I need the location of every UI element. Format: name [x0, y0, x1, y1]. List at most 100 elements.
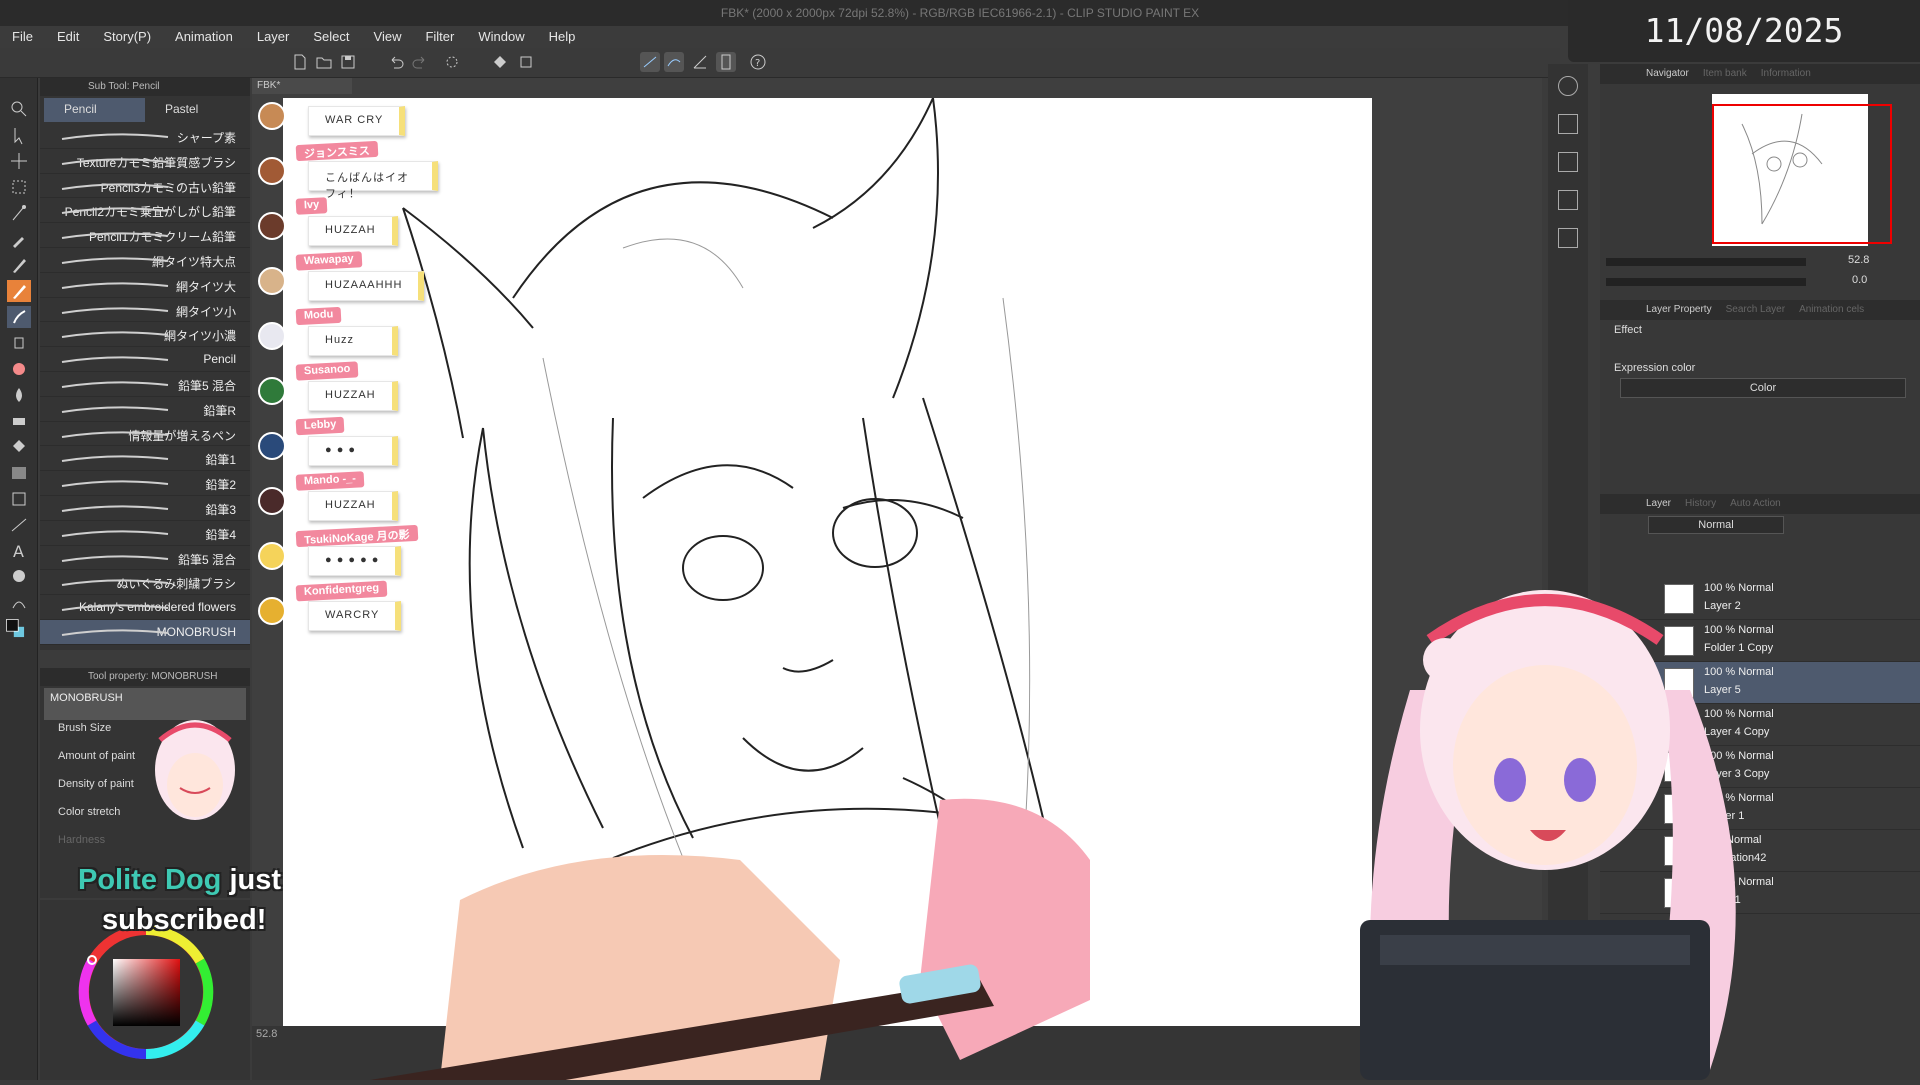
airbrush-icon[interactable]	[7, 332, 31, 354]
subscriber-alert: Polite Dog just subscribed!	[78, 860, 281, 940]
frame-border-icon[interactable]	[7, 514, 31, 536]
menu-animation[interactable]: Animation	[163, 26, 245, 48]
brush-item[interactable]: 網タイツ大	[40, 273, 250, 298]
brush-item[interactable]: 鉛筆2	[40, 471, 250, 496]
tab-pastel[interactable]: Pastel	[145, 98, 246, 122]
rotate-slider[interactable]	[1606, 278, 1806, 286]
decoration-icon[interactable]	[7, 358, 31, 380]
expression-color-select[interactable]: Color	[1620, 378, 1906, 398]
navigator-tabs: Navigator Item bank Information	[1600, 64, 1920, 84]
brush-item[interactable]: 情報量が増えるペン	[40, 422, 250, 447]
menu-file[interactable]: File	[0, 26, 45, 48]
move-layer-icon[interactable]	[7, 150, 31, 172]
tab-search-layer[interactable]: Search Layer	[1726, 304, 1785, 320]
main-color-swatch[interactable]	[4, 618, 34, 648]
brush-item[interactable]: 網タイツ小	[40, 298, 250, 323]
new-file-icon[interactable]	[290, 52, 310, 72]
grid-snap-icon[interactable]	[690, 52, 710, 72]
pen-icon[interactable]	[7, 254, 31, 276]
fill-icon[interactable]	[490, 52, 510, 72]
chat-text: Huzz	[308, 326, 398, 356]
gradient-icon[interactable]	[7, 462, 31, 484]
chat-username: Lebby	[295, 416, 345, 436]
open-folder-icon[interactable]	[314, 52, 334, 72]
brush-icon[interactable]	[7, 306, 31, 328]
navigator-icon[interactable]	[1558, 76, 1578, 96]
chat-message: ジョンスミス こんばんはイオフィ！	[258, 140, 438, 200]
brush-item[interactable]: 網タイツ特大点	[40, 248, 250, 273]
menu-filter[interactable]: Filter	[413, 26, 466, 48]
redo-icon[interactable]	[410, 52, 430, 72]
svg-text:?: ?	[755, 58, 760, 69]
ruler-snap-icon[interactable]	[640, 52, 660, 72]
view-rectangle[interactable]	[1712, 104, 1892, 244]
undo-icon[interactable]	[386, 52, 406, 72]
help-icon[interactable]: ?	[748, 52, 768, 72]
brush-item[interactable]: Kalany's embroidered flowers	[40, 595, 250, 620]
star-icon[interactable]	[1558, 228, 1578, 248]
camera-icon[interactable]	[1558, 152, 1578, 172]
brush-stroke-preview	[61, 579, 169, 587]
fill-tool-icon[interactable]	[7, 436, 31, 458]
chat-message: Ivy HUZZAH	[258, 197, 438, 250]
brush-item[interactable]: Pencil1カモミクリーム鉛筆	[40, 223, 250, 248]
tablet-icon[interactable]	[716, 52, 736, 72]
pencil-icon[interactable]	[7, 280, 31, 302]
brush-item[interactable]: Pencil2カモミ乗宜がしがし鉛筆	[40, 198, 250, 224]
brush-item[interactable]: 鉛筆5 混合	[40, 372, 250, 397]
operation-icon[interactable]	[7, 124, 31, 146]
brush-item[interactable]: Pencil	[40, 347, 250, 372]
save-icon[interactable]	[338, 52, 358, 72]
menu-help[interactable]: Help	[537, 26, 588, 48]
menu-story[interactable]: Story(P)	[91, 26, 163, 48]
brush-stroke-preview	[61, 282, 169, 289]
menu-edit[interactable]: Edit	[45, 26, 91, 48]
brush-item[interactable]: 網タイツ小濃	[40, 322, 250, 348]
brush-item[interactable]: シャープ素	[40, 124, 250, 149]
tab-layer-property[interactable]: Layer Property	[1646, 304, 1712, 320]
tool-strip: A	[0, 78, 38, 1080]
zoom-icon[interactable]	[7, 98, 31, 120]
menu-select[interactable]: Select	[301, 26, 361, 48]
menu-view[interactable]: View	[362, 26, 414, 48]
correct-line-icon[interactable]	[7, 592, 31, 614]
material-icon[interactable]	[1558, 114, 1578, 134]
menu-window[interactable]: Window	[466, 26, 536, 48]
brush-item[interactable]: 鉛筆5 混合	[40, 546, 250, 571]
menu-layer[interactable]: Layer	[245, 26, 302, 48]
brush-item[interactable]: 鉛筆1	[40, 446, 250, 472]
tab-information[interactable]: Information	[1761, 68, 1811, 84]
chat-text: HUZZAH	[308, 216, 398, 246]
tab-auto-action[interactable]: Auto Action	[1730, 498, 1781, 514]
tab-layer[interactable]: Layer	[1646, 498, 1671, 514]
brush-item[interactable]: ぬいぐるみ刺繍ブラシ	[40, 570, 250, 596]
brush-item[interactable]: MONOBRUSH	[40, 619, 250, 645]
eraser-icon[interactable]	[7, 410, 31, 432]
selection-icon[interactable]	[7, 176, 31, 198]
download-icon[interactable]	[1558, 190, 1578, 210]
brush-item[interactable]: Textureカモミ鉛筆質感ブラシ	[40, 149, 250, 174]
figure-icon[interactable]	[7, 488, 31, 510]
brush-item[interactable]: Pencil3カモミの古い鉛筆	[40, 174, 250, 199]
brush-stroke-preview	[61, 480, 169, 488]
magic-wand-icon[interactable]	[7, 202, 31, 224]
chat-text: HUZZAH	[308, 381, 398, 411]
brush-item[interactable]: 鉛筆3	[40, 496, 250, 521]
brush-item-label: 網タイツ大	[175, 279, 236, 294]
blend-icon[interactable]	[7, 384, 31, 406]
tab-navigator[interactable]: Navigator	[1646, 68, 1689, 84]
tab-animation-cels[interactable]: Animation cels	[1799, 304, 1864, 320]
balloon-icon[interactable]	[7, 566, 31, 588]
eyedropper-icon[interactable]	[7, 228, 31, 250]
text-icon[interactable]: A	[7, 540, 31, 562]
zoom-slider[interactable]	[1606, 258, 1806, 266]
navigator-preview[interactable]	[1712, 94, 1892, 246]
tab-pencil[interactable]: Pencil	[44, 98, 145, 122]
brush-item[interactable]: 鉛筆4	[40, 521, 250, 546]
clear-icon[interactable]	[442, 52, 462, 72]
tab-item-bank[interactable]: Item bank	[1703, 68, 1747, 84]
special-ruler-snap-icon[interactable]	[664, 52, 684, 72]
tab-history[interactable]: History	[1685, 498, 1716, 514]
brush-item[interactable]: 鉛筆R	[40, 397, 250, 422]
transform-icon[interactable]	[516, 52, 536, 72]
